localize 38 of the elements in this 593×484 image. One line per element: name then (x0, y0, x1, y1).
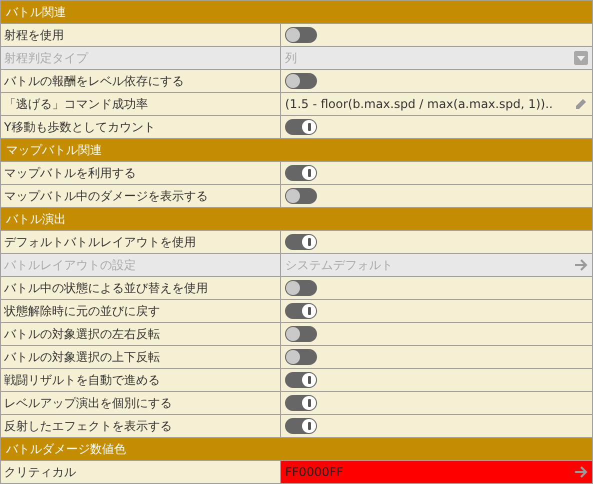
setting-label: 状態解除時に元の並びに戻す (1, 300, 280, 322)
setting-label: マップバトル中のダメージを表示する (1, 185, 280, 207)
pencil-icon (574, 97, 588, 111)
toggle-switch[interactable] (285, 418, 317, 434)
toggle-switch[interactable] (285, 280, 317, 296)
setting-label: バトルの対象選択の左右反転 (1, 323, 280, 345)
setting-label: 射程を使用 (1, 24, 280, 46)
toggle-switch[interactable] (285, 326, 317, 342)
setting-label: デフォルトバトルレイアウトを使用 (1, 231, 280, 253)
setting-label: 「逃げる」コマンド成功率 (1, 93, 280, 115)
setting-label: マップバトルを利用する (1, 162, 280, 184)
setting-label: バトルレイアウトの設定 (1, 254, 280, 276)
toggle-switch[interactable] (285, 234, 317, 250)
toggle-switch[interactable] (285, 395, 317, 411)
section-header: マップバトル関連 (1, 139, 592, 161)
toggle-switch[interactable] (285, 27, 317, 43)
section-header: バトル関連 (1, 1, 592, 23)
setting-label: 射程判定タイプ (1, 47, 280, 69)
setting-label: 戦闘リザルトを自動で進める (1, 369, 280, 391)
arrow-icon (574, 465, 588, 479)
section-header: バトル演出 (1, 208, 592, 230)
setting-label: Y移動も歩数としてカウント (1, 116, 280, 138)
dropdown-icon (574, 51, 588, 65)
setting-label: 反射したエフェクトを表示する (1, 415, 280, 437)
toggle-switch[interactable] (285, 165, 317, 181)
toggle-switch[interactable] (285, 119, 317, 135)
setting-label: バトル中の状態による並び替えを使用 (1, 277, 280, 299)
toggle-switch[interactable] (285, 349, 317, 365)
toggle-switch[interactable] (285, 73, 317, 89)
section-header: バトルダメージ数値色 (1, 438, 592, 460)
toggle-switch[interactable] (285, 188, 317, 204)
toggle-switch[interactable] (285, 372, 317, 388)
toggle-switch[interactable] (285, 303, 317, 319)
setting-label: バトルの対象選択の上下反転 (1, 346, 280, 368)
setting-label: バトルの報酬をレベル依存にする (1, 70, 280, 92)
setting-label: クリティカル (1, 461, 280, 483)
arrow-icon (574, 258, 588, 272)
setting-label: レベルアップ演出を個別にする (1, 392, 280, 414)
